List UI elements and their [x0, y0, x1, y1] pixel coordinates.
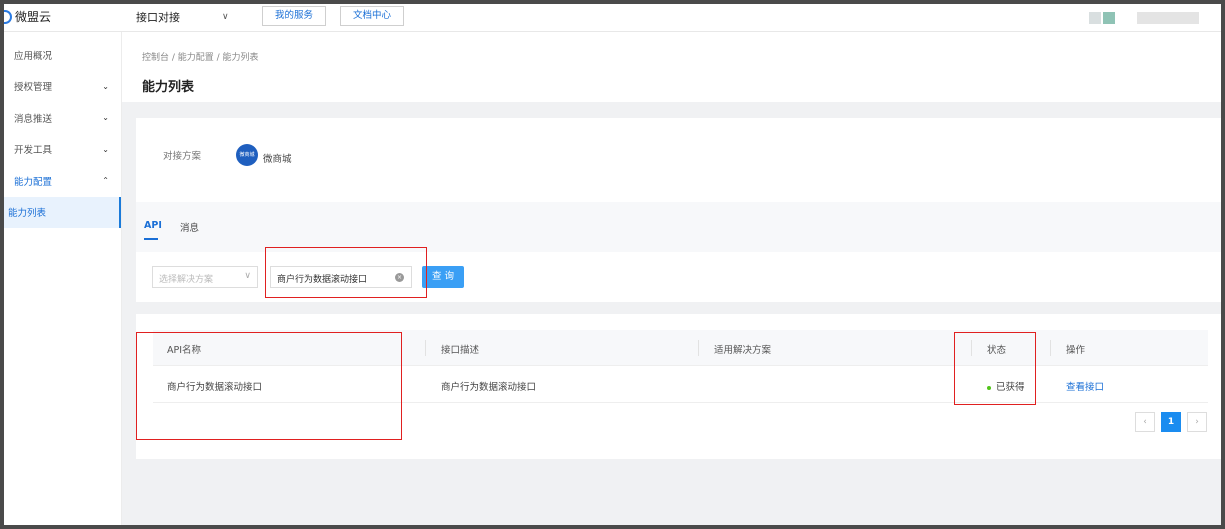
solution-select[interactable]: 选择解决方案 ∨ [152, 266, 258, 288]
status-text: 已获得 [996, 382, 1025, 393]
sidebar-item-label: 能力列表 [8, 208, 47, 220]
sidebar-item-auth[interactable]: 授权管理 ⌄ [4, 71, 121, 103]
cell-api-name: 商户行为数据滚动接口 [167, 382, 263, 393]
sidebar-item-app-overview[interactable]: 应用概况 [4, 39, 121, 71]
product-select-label: 接口对接 [136, 11, 180, 24]
doc-center-button[interactable]: 文档中心 [340, 6, 405, 26]
column-header-solution: 适用解决方案 [714, 345, 772, 356]
api-search-input[interactable]: 商户行为数据滚动接口 × [270, 266, 412, 288]
logo-text: 微盟云 [15, 10, 52, 24]
sidebar-item-label: 开发工具 [14, 145, 53, 157]
plan-name: 微商城 [263, 154, 292, 165]
username-blurred [1137, 12, 1199, 24]
chevron-down-icon: ∨ [244, 271, 251, 281]
page-button-current[interactable]: 1 [1161, 412, 1181, 432]
clear-icon[interactable]: × [395, 273, 404, 282]
column-header-action: 操作 [1066, 345, 1086, 356]
sidebar-item-label: 应用概况 [14, 50, 53, 62]
logo-icon [4, 9, 12, 24]
status-badge: 已获得 [987, 379, 1025, 393]
sidebar: 应用概况 授权管理 ⌄ 消息推送 ⌄ 开发工具 ⌄ 能力配置 ⌃ 能力列表 [4, 32, 122, 525]
column-header-status: 状态 [987, 345, 1007, 356]
cell-desc: 商户行为数据滚动接口 [441, 382, 537, 393]
sidebar-item-dev-tools[interactable]: 开发工具 ⌄ [4, 134, 121, 166]
sidebar-item-message-push[interactable]: 消息推送 ⌄ [4, 102, 121, 134]
sidebar-item-label: 消息推送 [14, 113, 53, 125]
filter-bar: 选择解决方案 ∨ 商户行为数据滚动接口 × 查 询 [136, 252, 1221, 302]
sidebar-item-label: 能力配置 [14, 176, 53, 188]
prev-page-button[interactable]: ‹ [1135, 412, 1155, 432]
plan-avatar: 微商城 [236, 144, 258, 166]
chevron-down-icon: ⌄ [102, 81, 109, 91]
tab-active-indicator [144, 238, 158, 240]
avatar [1089, 12, 1101, 24]
plan-card: 对接方案 微商城 微商城 [136, 118, 1221, 202]
breadcrumb[interactable]: 控制台 / 能力配置 / 能力列表 [142, 50, 259, 63]
chevron-down-icon: ⌄ [102, 113, 109, 123]
top-header: 微盟云 接口对接 ∨ 我的服务 文档中心 [4, 4, 1221, 32]
main-content: 控制台 / 能力配置 / 能力列表 能力列表 对接方案 微商城 微商城 API … [122, 32, 1221, 525]
page-title: 能力列表 [142, 80, 195, 95]
table-header: API名称 接口描述 适用解决方案 状态 操作 [153, 330, 1208, 366]
logo[interactable]: 微盟云 [4, 8, 51, 25]
tab-message[interactable]: 消息 [180, 220, 199, 234]
avatar-mark [1103, 12, 1115, 24]
status-dot-icon [987, 385, 991, 390]
column-header-desc: 接口描述 [441, 345, 480, 356]
page-header: 控制台 / 能力配置 / 能力列表 能力列表 [122, 32, 1221, 102]
tabs: API 消息 [136, 202, 1221, 252]
user-area[interactable] [1089, 12, 1199, 24]
api-table-card: API名称 接口描述 适用解决方案 状态 操作 商户行为数据滚动接口 商户行为数… [136, 314, 1221, 459]
product-select[interactable]: 接口对接 ∨ [136, 9, 229, 25]
chevron-up-icon: ⌃ [102, 176, 109, 186]
sidebar-item-capability-config[interactable]: 能力配置 ⌃ [4, 165, 121, 197]
column-header-api-name: API名称 [167, 345, 202, 356]
chevron-down-icon: ∨ [222, 12, 229, 22]
my-service-button[interactable]: 我的服务 [262, 6, 327, 26]
table-row: 商户行为数据滚动接口 商户行为数据滚动接口 已获得 查看接口 [153, 366, 1208, 403]
app-frame: 微盟云 接口对接 ∨ 我的服务 文档中心 应用概况 授权管理 ⌄ 消息推送 ⌄ … [0, 0, 1225, 529]
pagination: ‹ 1 › [1135, 412, 1207, 432]
solution-select-placeholder: 选择解决方案 [159, 275, 214, 285]
search-value: 商户行为数据滚动接口 [277, 275, 368, 285]
plan-label: 对接方案 [163, 151, 202, 162]
view-api-link[interactable]: 查看接口 [1066, 379, 1104, 393]
sidebar-item-capability-list[interactable]: 能力列表 [4, 196, 121, 228]
sidebar-item-label: 授权管理 [14, 82, 53, 94]
tab-api[interactable]: API [144, 220, 162, 231]
next-page-button[interactable]: › [1187, 412, 1207, 432]
query-button[interactable]: 查 询 [422, 266, 464, 288]
chevron-down-icon: ⌄ [102, 144, 109, 154]
